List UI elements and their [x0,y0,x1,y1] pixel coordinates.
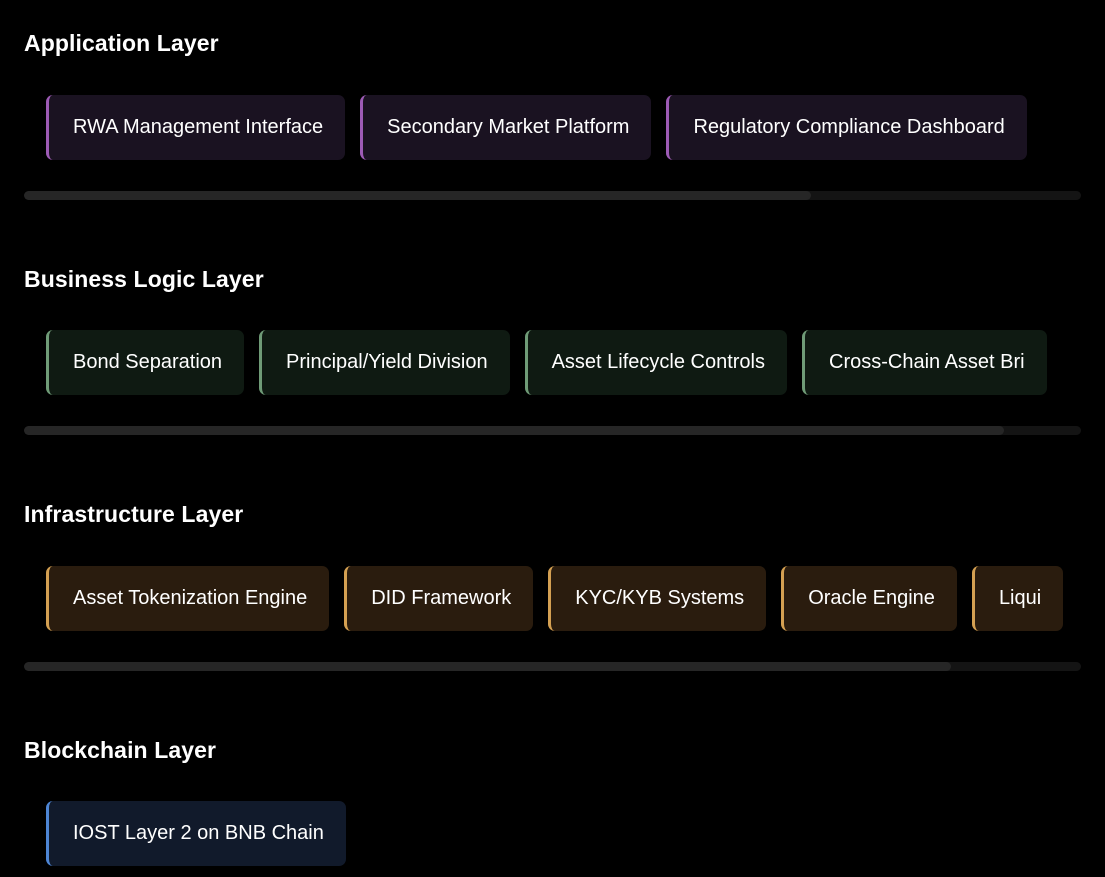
scroll-thumb[interactable] [24,662,951,671]
layer-title: Blockchain Layer [24,737,217,763]
card-kyc-kyb-systems[interactable]: KYC/KYB Systems [548,566,767,631]
infrastructure-layer-section: Infrastructure Layer Asset Tokenization … [24,500,1081,675]
business-logic-layer-row[interactable]: Bond Separation Principal/Yield Division… [46,330,1081,396]
card-iost-layer2-bnb-chain[interactable]: IOST Layer 2 on BNB Chain [46,801,346,866]
card-liquidity[interactable]: Liqui [971,566,1064,631]
blockchain-layer-section: Blockchain Layer IOST Layer 2 on BNB Cha… [24,736,1081,877]
layer-title: Business Logic Layer [24,266,264,292]
scroll-thumb[interactable] [24,426,1004,435]
card-asset-lifecycle-controls[interactable]: Asset Lifecycle Controls [524,330,787,395]
business-logic-layer-section: Business Logic Layer Bond Separation Pri… [24,265,1081,440]
card-cross-chain-asset-bridge[interactable]: Cross-Chain Asset Bri [802,330,1047,395]
card-principal-yield-division[interactable]: Principal/Yield Division [259,330,510,395]
card-rwa-management-interface[interactable]: RWA Management Interface [46,95,346,160]
infrastructure-layer-row[interactable]: Asset Tokenization Engine DID Framework … [46,566,1081,632]
card-regulatory-compliance-dashboard[interactable]: Regulatory Compliance Dashboard [666,95,1027,160]
architecture-page: Application Layer RWA Management Interfa… [0,0,1105,877]
layer-title: Application Layer [24,30,219,56]
scroll-thumb[interactable] [24,191,812,200]
card-did-framework[interactable]: DID Framework [344,566,534,631]
horizontal-scrollbar[interactable] [24,191,1081,200]
card-oracle-engine[interactable]: Oracle Engine [781,566,957,631]
card-bond-separation[interactable]: Bond Separation [46,330,245,395]
application-layer-section: Application Layer RWA Management Interfa… [24,29,1081,204]
card-asset-tokenization-engine[interactable]: Asset Tokenization Engine [46,566,330,631]
horizontal-scrollbar[interactable] [24,662,1081,671]
application-layer-row[interactable]: RWA Management Interface Secondary Marke… [46,95,1081,161]
layer-title: Infrastructure Layer [24,501,244,527]
card-secondary-market-platform[interactable]: Secondary Market Platform [360,95,652,160]
blockchain-layer-row[interactable]: IOST Layer 2 on BNB Chain [46,801,1081,867]
horizontal-scrollbar[interactable] [24,426,1081,435]
